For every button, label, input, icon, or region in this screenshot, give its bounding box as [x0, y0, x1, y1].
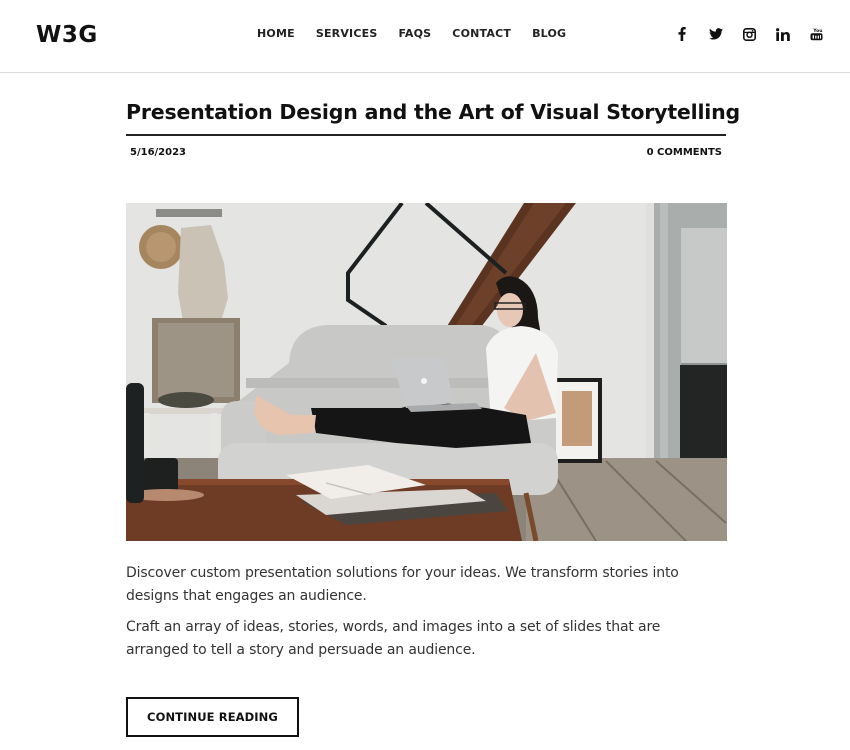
excerpt-paragraph: Discover custom presentation solutions f…: [126, 565, 679, 604]
svg-text:You: You: [812, 28, 822, 34]
youtube-icon[interactable]: You: [806, 24, 826, 44]
post-title[interactable]: Presentation Design and the Art of Visua…: [126, 100, 740, 136]
nav-services[interactable]: SERVICES: [316, 27, 378, 40]
nav-home[interactable]: HOME: [257, 27, 295, 40]
continue-reading-button[interactable]: CONTINUE READING: [126, 697, 299, 737]
site-header: W3G HOME SERVICES FAQS CONTACT BLOG You: [0, 0, 850, 73]
nav-blog[interactable]: BLOG: [532, 27, 566, 40]
twitter-icon[interactable]: [706, 24, 726, 44]
linkedin-icon[interactable]: [773, 24, 793, 44]
post-meta: 5/16/2023 0 COMMENTS: [126, 147, 726, 158]
social-links: You: [672, 24, 840, 44]
instagram-icon[interactable]: [739, 24, 759, 44]
facebook-icon[interactable]: [672, 24, 692, 44]
vase: [126, 383, 144, 503]
nav-contact[interactable]: CONTACT: [452, 27, 511, 40]
post-excerpt: Discover custom presentation solutions f…: [126, 562, 726, 670]
nav-faqs[interactable]: FAQS: [398, 27, 431, 40]
excerpt-paragraph: Craft an array of ideas, stories, words,…: [126, 619, 661, 658]
post-featured-image[interactable]: [126, 203, 727, 541]
hero-illustration: [126, 203, 727, 541]
comments-link[interactable]: 0 COMMENTS: [647, 147, 722, 158]
blog-post: Presentation Design and the Art of Visua…: [126, 100, 740, 158]
main-nav: HOME SERVICES FAQS CONTACT BLOG: [257, 27, 587, 40]
site-logo[interactable]: W3G: [36, 22, 98, 48]
post-date: 5/16/2023: [130, 146, 187, 158]
